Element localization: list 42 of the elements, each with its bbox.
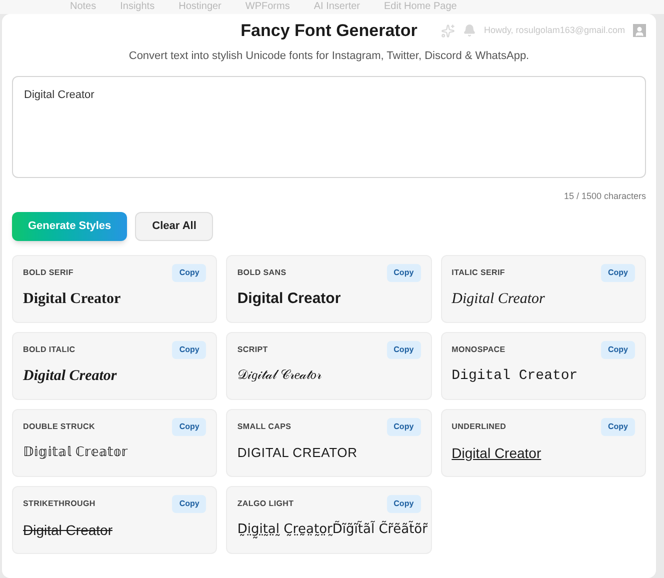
generate-button[interactable]: Generate Styles — [12, 212, 128, 240]
clear-button[interactable]: Clear All — [135, 212, 214, 240]
sparkle-icon[interactable] — [440, 24, 455, 38]
style-name: DOUBLE STRUCK — [23, 420, 95, 432]
style-sample: 𝔻𝕚𝕘𝕚𝕥𝕒𝕝 ℂ𝕣𝕖𝕒𝕥𝕠𝕣 — [23, 444, 128, 462]
avatar-icon[interactable] — [633, 24, 646, 38]
bell-icon[interactable] — [462, 24, 476, 38]
copy-button[interactable]: Copy — [600, 264, 635, 282]
style-name: ZALGO LIGHT — [237, 498, 294, 510]
style-sample: Digital Creator — [452, 366, 578, 386]
copy-button[interactable]: Copy — [600, 340, 635, 358]
copy-button[interactable]: Copy — [386, 264, 421, 282]
copy-button[interactable]: Copy — [386, 340, 421, 358]
style-name: STRIKETHROUGH — [23, 498, 96, 510]
copy-button[interactable]: Copy — [172, 418, 206, 436]
subtitle: Convert text into stylish Unicode fonts for Instagram, Twitter, Discord & WhatsApp. — [128, 48, 530, 64]
style-name: BOLD ITALIC — [23, 344, 76, 356]
character-counter: 15 / 1500 characters — [564, 190, 646, 203]
copy-button[interactable]: Copy — [386, 494, 421, 512]
style-sample: DIGITAL CREATOR — [237, 444, 358, 462]
style-name: UNDERLINED — [452, 420, 506, 432]
style-name: MONOSPACE — [452, 344, 506, 356]
copy-button[interactable]: Copy — [600, 418, 635, 436]
style-sample: Digital Creator — [237, 288, 341, 308]
style-name: SMALL CAPS — [237, 420, 292, 432]
copy-button[interactable]: Copy — [172, 494, 206, 512]
style-sample: Digital Creator — [452, 444, 542, 463]
style-name: SCRIPT — [237, 344, 268, 356]
style-sample: D̰i̤g̰i̤t̰a̤l̰ C̰r̤ḛa̤t̰o̤r̰D̃ĩg̃ĩt̃ãl̃ C̃r̃ẽãt̃õr̃ — [237, 520, 428, 540]
style-sample: 𝒟𝒾𝑔𝒾𝓉𝒶𝓁 𝒞𝓇𝑒𝒶𝓉𝑜𝓇 — [237, 366, 322, 384]
style-sample: Digital Creator — [23, 520, 112, 540]
text-input-field[interactable]: Digital Creator — [12, 76, 646, 178]
copy-button[interactable]: Copy — [172, 340, 206, 358]
style-name: BOLD SANS — [237, 266, 286, 278]
style-name: BOLD SERIF — [23, 266, 74, 278]
copy-button[interactable]: Copy — [172, 264, 206, 282]
page-title: Fancy Font Generator — [240, 20, 418, 42]
style-name: ITALIC SERIF — [452, 266, 506, 278]
style-sample: Digital Creator — [23, 290, 121, 308]
style-sample: Digital Creator — [452, 290, 545, 308]
copy-button[interactable]: Copy — [386, 418, 421, 436]
style-sample: Digital Creator — [23, 366, 117, 386]
